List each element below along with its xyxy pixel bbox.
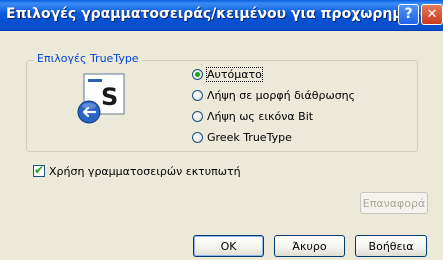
cancel-button[interactable]: Άκυρο (274, 235, 345, 257)
radio-label: Λήψη σε μορφή διάθρωσης (207, 88, 356, 102)
check-mark-icon: ✔ (34, 163, 45, 177)
radio-label: Αυτόματο (206, 66, 263, 82)
radio-button-selected[interactable] (192, 68, 203, 80)
checkbox[interactable]: ✔ (33, 163, 45, 177)
reset-button[interactable]: Επαναφορά (360, 192, 428, 214)
truetype-group-legend: Επιλογές TrueType (34, 52, 142, 65)
close-button[interactable]: ✕ (421, 4, 443, 25)
radio-button[interactable] (192, 131, 203, 143)
window-title: Επιλογές γραμματοσειράς/κειμένου για προ… (6, 6, 443, 22)
svg-text:S: S (101, 83, 118, 111)
radio-button[interactable] (192, 89, 203, 101)
radio-label: Greek TrueType (207, 130, 292, 144)
radio-download-bitmap[interactable]: Λήψη ως εικόνα Bit (192, 108, 313, 124)
radio-greek-truetype[interactable]: Greek TrueType (192, 129, 292, 145)
radio-download-outline[interactable]: Λήψη σε μορφή διάθρωσης (192, 87, 355, 103)
checkbox-label: Χρήση γραμματοσειρών εκτυπωτή (49, 164, 241, 178)
radio-label: Λήψη ως εικόνα Bit (207, 109, 314, 123)
title-help-button[interactable]: ? (398, 4, 419, 25)
font-substitution-icon: S (77, 73, 125, 124)
title-bar: Επιλογές γραμματοσειράς/κειμένου για προ… (0, 0, 443, 31)
help-button[interactable]: Βοήθεια (355, 235, 427, 257)
radio-automatic[interactable]: Αυτόματο (192, 66, 263, 82)
radio-button[interactable] (192, 110, 203, 122)
ok-button[interactable]: OK (193, 235, 264, 257)
use-printer-fonts-checkbox[interactable]: ✔ Χρήση γραμματοσειρών εκτυπωτή (33, 163, 241, 179)
